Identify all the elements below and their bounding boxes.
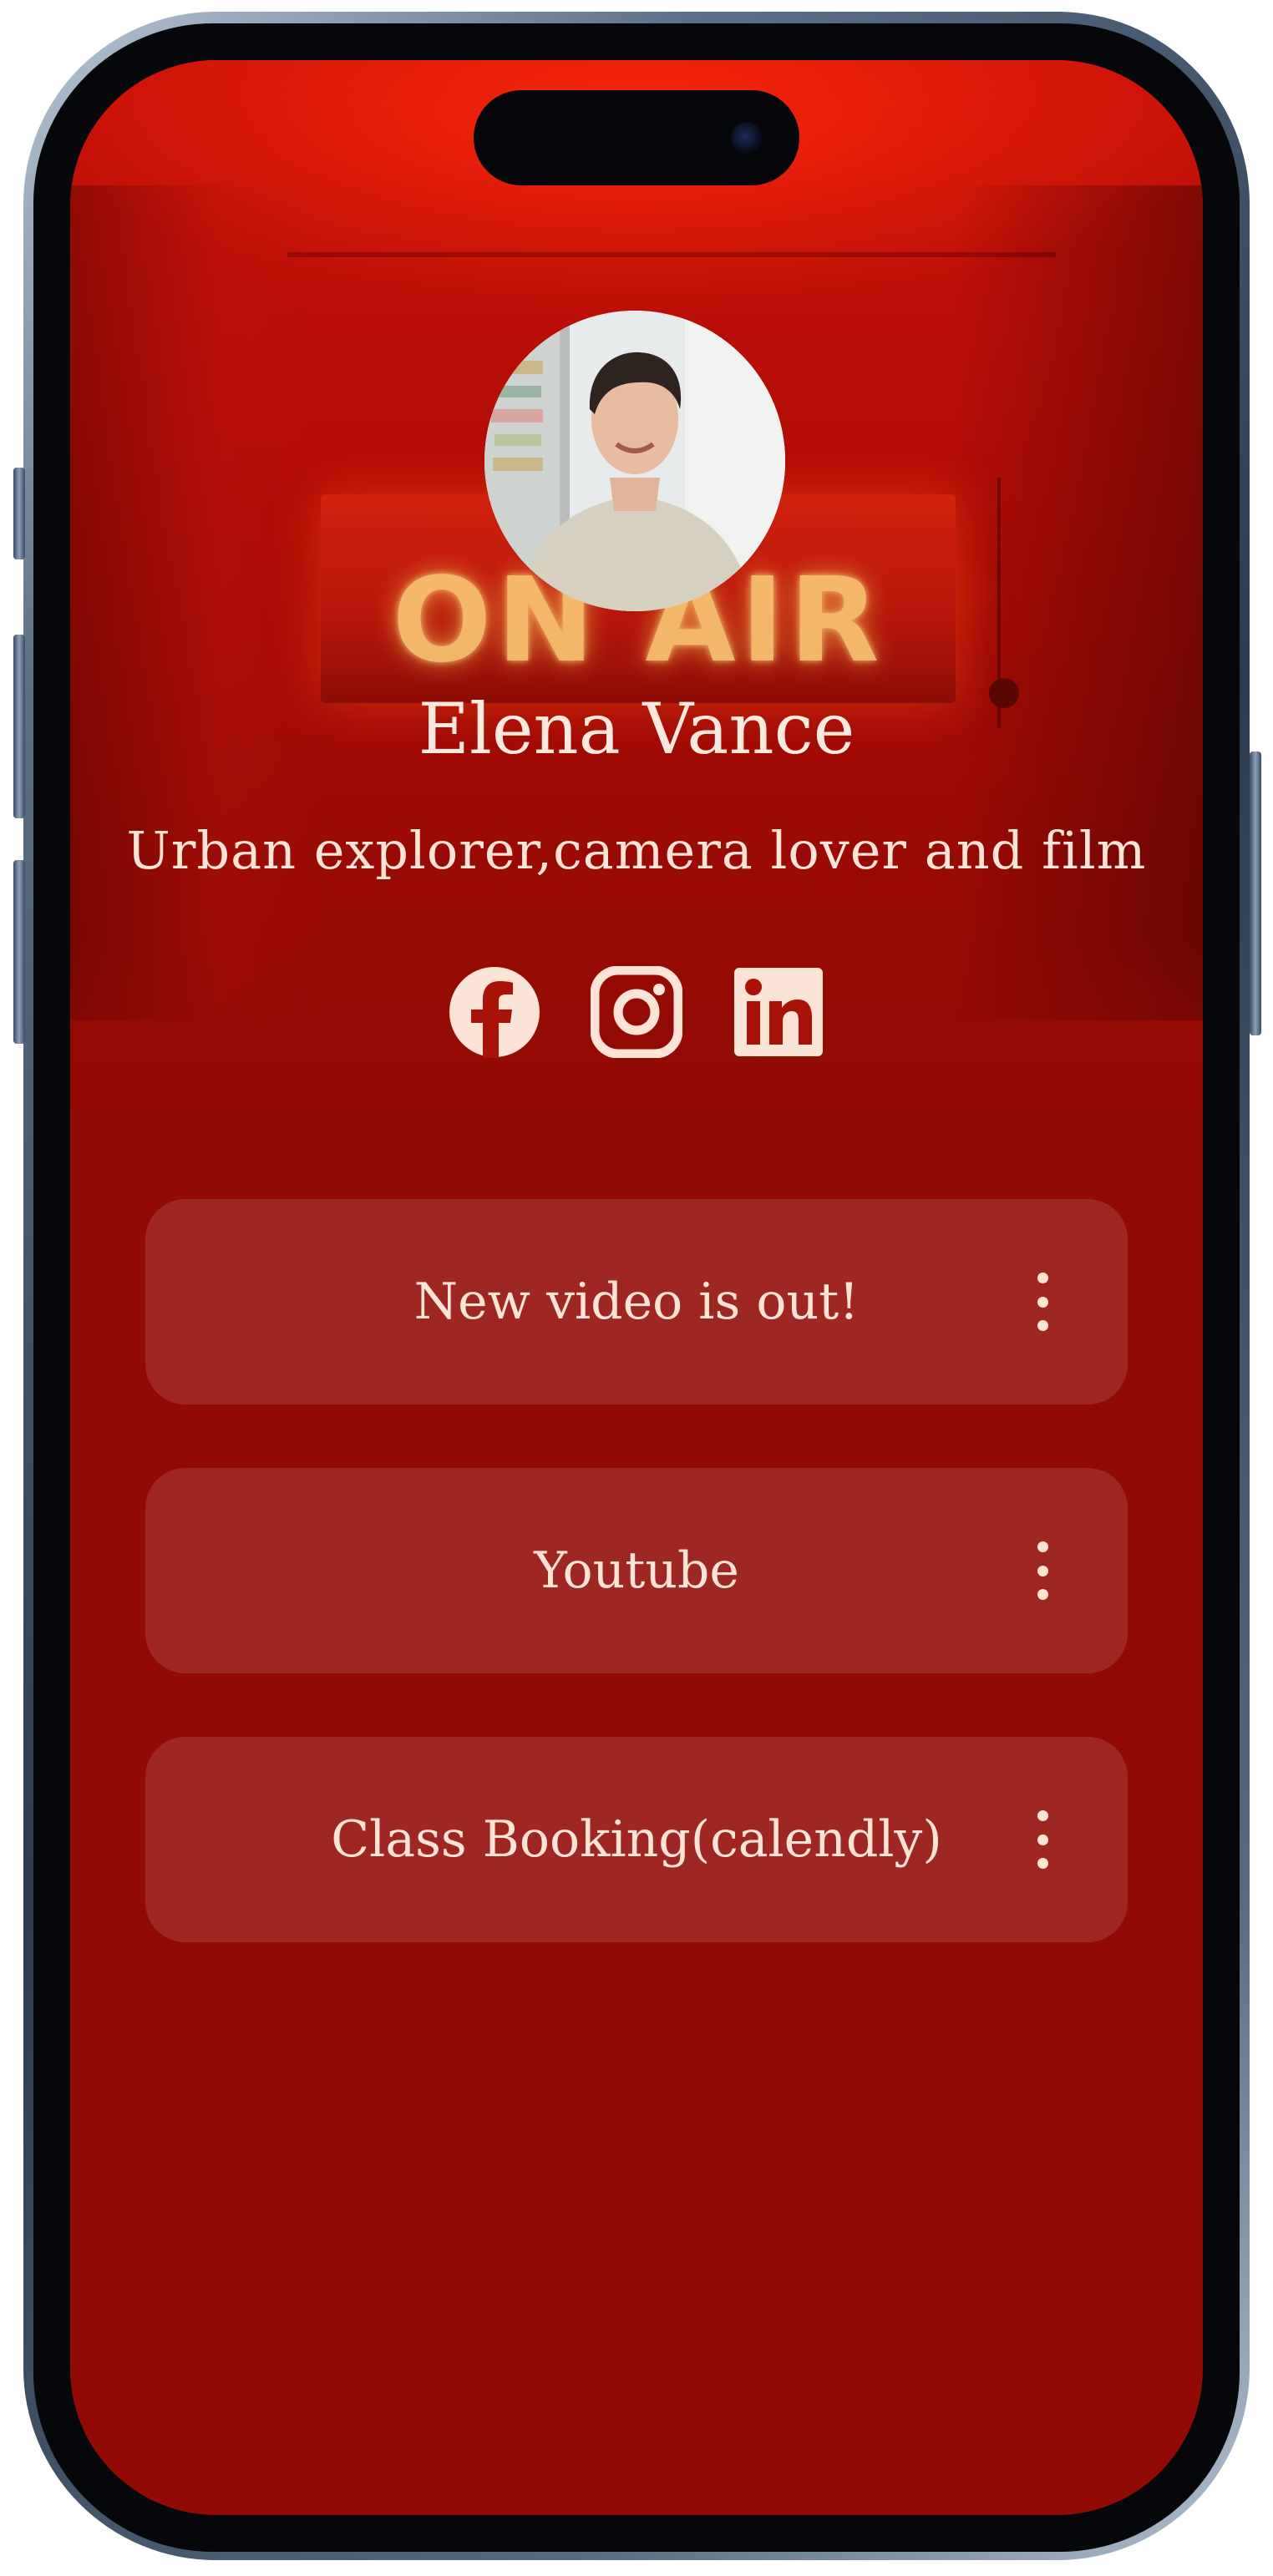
social-links xyxy=(70,966,1203,1058)
link-label: New video is out! xyxy=(413,1273,860,1331)
front-camera-icon xyxy=(731,122,763,154)
profile-bio: Urban explorer,camera lover and film xyxy=(126,820,1147,881)
facebook-icon[interactable] xyxy=(449,966,540,1058)
volume-up-button xyxy=(13,635,25,818)
link-card-youtube[interactable]: Youtube xyxy=(145,1468,1128,1673)
avatar[interactable] xyxy=(484,311,785,611)
kebab-menu-icon[interactable] xyxy=(1032,1810,1052,1869)
instagram-icon[interactable] xyxy=(591,966,682,1058)
hero-wall-left xyxy=(70,185,321,1020)
volume-down-button xyxy=(13,860,25,1044)
avatar-photo xyxy=(484,311,785,611)
phone-screen: ON AIR Elena Vance Urban explorer,camera… xyxy=(70,60,1203,2515)
power-button xyxy=(1250,752,1261,1035)
hero-ceiling-line xyxy=(287,252,1056,257)
link-card-class-booking[interactable]: Class Booking(calendly) xyxy=(145,1737,1128,1942)
link-card-new-video[interactable]: New video is out! xyxy=(145,1199,1128,1404)
linkedin-icon[interactable] xyxy=(733,966,824,1058)
link-label: Youtube xyxy=(534,1541,739,1600)
kebab-menu-icon[interactable] xyxy=(1032,1273,1052,1331)
dynamic-island xyxy=(474,90,799,185)
kebab-menu-icon[interactable] xyxy=(1032,1541,1052,1600)
hero-wall-right xyxy=(952,185,1203,1020)
profile-name: Elena Vance xyxy=(418,688,855,770)
action-button xyxy=(13,468,25,559)
link-label: Class Booking(calendly) xyxy=(331,1810,942,1869)
